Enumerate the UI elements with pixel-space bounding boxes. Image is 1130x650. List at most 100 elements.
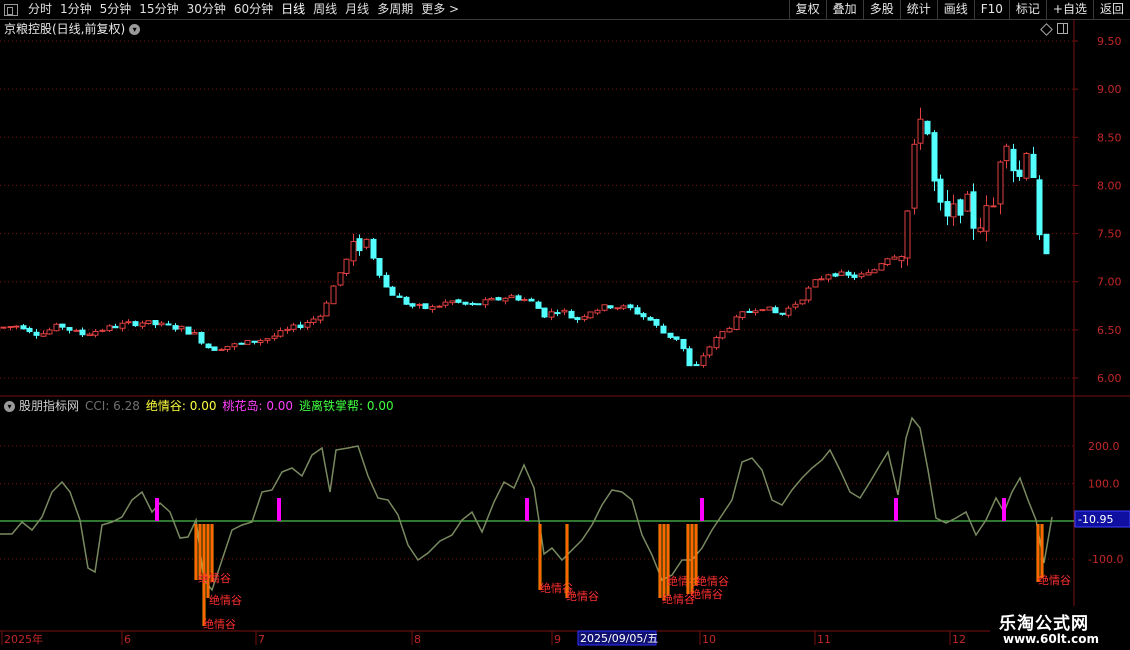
candle-body: [257, 339, 264, 343]
indicator-axis-label: 100.0: [1088, 478, 1120, 491]
time-label: 2025年: [4, 632, 43, 646]
candle-body: [858, 273, 865, 278]
candle-body: [548, 311, 555, 318]
candle-body: [627, 304, 634, 309]
jqg-signal-label: 绝情谷: [203, 617, 236, 631]
candle-body: [818, 278, 825, 281]
candle-body: [739, 311, 746, 318]
diamond-icon[interactable]: [1040, 23, 1053, 36]
candle-body: [977, 227, 984, 233]
candle-body: [46, 329, 53, 335]
candle-body: [139, 322, 146, 327]
candle-body: [931, 132, 938, 182]
candle-body: [482, 299, 489, 306]
candle-body: [508, 295, 515, 299]
split-view-icon[interactable]: [1057, 23, 1068, 34]
thd-signal-bar: [1002, 498, 1006, 521]
candle-body: [231, 343, 238, 348]
cci-value: CCI: 6.28: [85, 399, 140, 413]
candle-body: [86, 333, 93, 337]
candle-body: [238, 342, 245, 345]
jqg-signal-label: 绝情谷: [1038, 573, 1071, 587]
candle-body: [165, 323, 172, 326]
candle-body: [475, 303, 482, 306]
candle-body: [370, 238, 377, 259]
candle-body: [825, 274, 832, 280]
jqg-value: 绝情谷: 0.00: [145, 399, 217, 413]
candle-body: [1010, 148, 1017, 172]
candle-body: [145, 320, 152, 325]
candle-body: [244, 339, 251, 345]
candle-body: [185, 326, 192, 335]
candle-body: [917, 118, 924, 144]
price-label: 6.50: [1097, 324, 1122, 337]
candle-body: [898, 256, 905, 262]
candle-body: [554, 312, 561, 315]
candle-body: [224, 346, 231, 351]
candle-body: [686, 348, 693, 367]
candle-body: [33, 331, 40, 336]
time-label: 11: [817, 633, 831, 646]
candle-body: [851, 274, 858, 278]
chevron-down-icon[interactable]: ▾: [4, 401, 15, 412]
candle-body: [271, 335, 278, 339]
candle-body: [871, 269, 878, 274]
chevron-down-icon[interactable]: ▾: [129, 24, 141, 35]
candle-body: [733, 316, 740, 331]
time-label: 6: [124, 633, 131, 646]
candle-body: [469, 302, 476, 305]
candle-body: [7, 326, 14, 329]
jqg-signal-bar-core: [566, 524, 568, 598]
candle-body: [178, 325, 185, 330]
time-label: 10: [702, 633, 716, 646]
watermark-title: 乐淘公式网: [999, 614, 1089, 634]
time-label: 8: [414, 633, 421, 646]
indicator-axis-label: -100.0: [1088, 553, 1123, 566]
watermark-url: www.60lt.com: [1003, 632, 1100, 646]
candle-body: [26, 327, 33, 333]
jqg-signal-bar-core: [207, 524, 209, 598]
indicator-axis-label: 200.0: [1088, 440, 1120, 453]
candle-body: [568, 310, 575, 319]
candle-body: [363, 238, 370, 248]
candle-body: [752, 310, 759, 314]
candle-body: [290, 324, 297, 330]
candle-body: [581, 316, 588, 320]
jqg-signal-bar-core: [687, 524, 689, 594]
candle-body: [264, 338, 271, 341]
candle-body: [997, 161, 1004, 205]
price-label: 9.50: [1097, 35, 1122, 48]
candle-body: [449, 300, 456, 304]
candle-body: [634, 307, 641, 315]
price-label: 8.50: [1097, 131, 1122, 144]
candlestick-series: [0, 107, 1050, 368]
kline-chart[interactable]: 绝情谷绝情谷绝情谷绝情谷绝情谷 绝情谷绝情谷绝情谷绝情谷 绝情谷 9.50 9.00 8…: [0, 0, 1130, 650]
candle-body: [521, 298, 528, 302]
candle-body: [766, 306, 773, 311]
candle-body: [383, 274, 390, 288]
candle-body: [0, 326, 7, 329]
candle-body: [528, 298, 535, 302]
cursor-date-label: 2025/09/05/五: [580, 632, 658, 645]
candle-body: [640, 313, 647, 318]
candle-body: [601, 304, 608, 311]
candle-body: [376, 258, 383, 276]
candle-body: [416, 303, 423, 306]
candle-body: [218, 348, 225, 351]
candle-body: [792, 303, 799, 308]
candle-body: [700, 355, 707, 366]
candle-body: [343, 258, 350, 275]
candle-body: [99, 329, 106, 332]
candle-body: [442, 301, 449, 306]
jqg-signal-label: 绝情谷: [209, 593, 242, 607]
thd-signal-bar: [525, 498, 529, 521]
candle-body: [746, 310, 753, 313]
candle-body: [772, 307, 779, 314]
candle-body: [594, 309, 601, 314]
candle-body: [429, 306, 436, 310]
price-label: 7.00: [1097, 276, 1122, 289]
candle-body: [323, 302, 330, 317]
candle-body: [693, 364, 700, 367]
candle-body: [1023, 153, 1030, 179]
candle-body: [832, 273, 839, 277]
